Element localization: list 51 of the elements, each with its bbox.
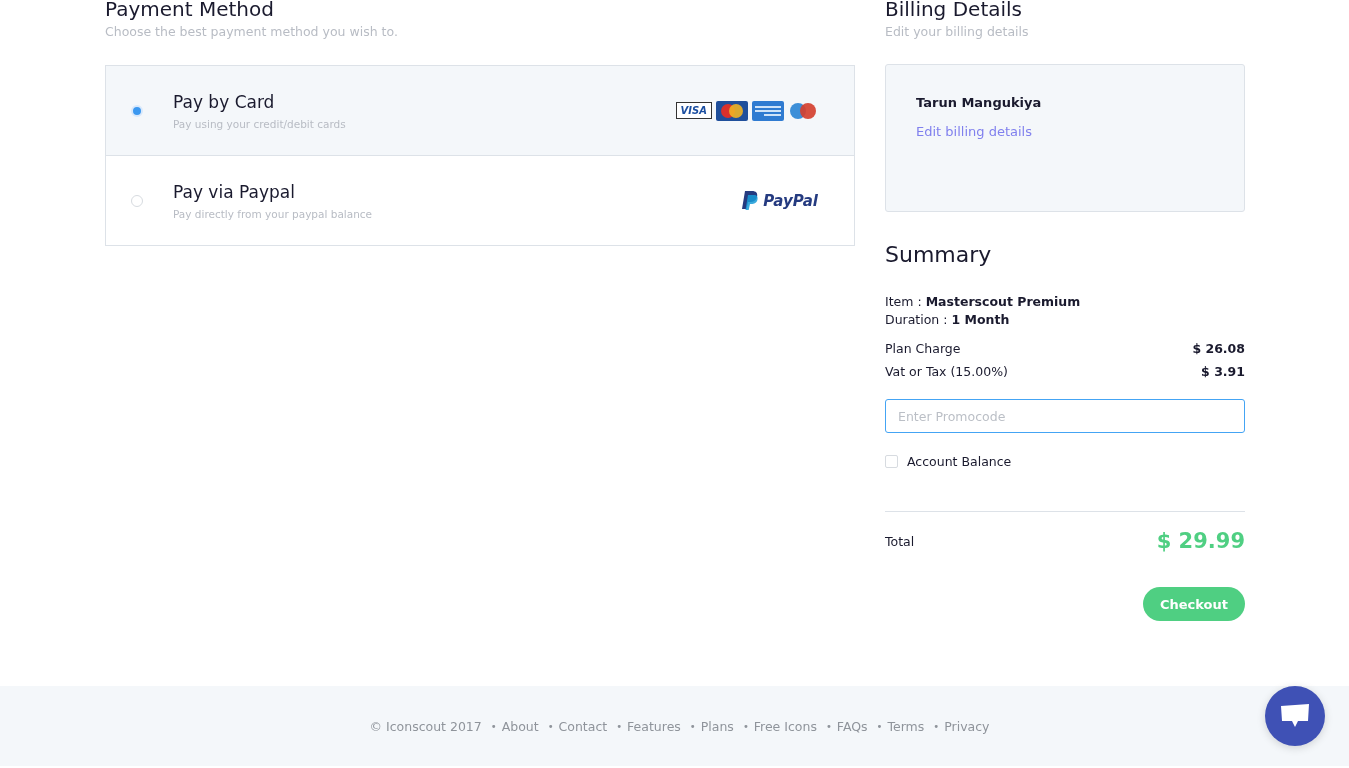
option-title: Pay by Card xyxy=(173,91,276,112)
payment-option[interactable]: Pay via Paypal Pay directly from your paypal balance PayPal xyxy=(106,155,854,245)
payment-option[interactable]: Pay by Card Pay using your credit/debit cards VISA xyxy=(106,66,854,155)
bullet-separator: • xyxy=(742,720,749,732)
footer-link[interactable]: Features xyxy=(627,718,681,734)
overlapping-circles-card-icon xyxy=(716,100,748,121)
summary-title: Summary xyxy=(885,242,993,267)
section-title: Billing Details xyxy=(885,0,1023,20)
summary-detail: Item : Masterscout Premium xyxy=(885,293,1082,311)
charge-label: Vat or Tax (15.00%) xyxy=(885,364,1008,379)
option-description: Pay directly from your paypal balance xyxy=(173,207,374,220)
footer-link[interactable]: Privacy xyxy=(944,718,990,734)
bullet-separator: • xyxy=(616,720,623,732)
billing-name: Tarun Mangukiya xyxy=(916,95,1043,110)
bullet-separator: • xyxy=(689,720,696,732)
section-subtitle: Edit your billing details xyxy=(885,24,1030,39)
p-letter-icon xyxy=(742,190,760,211)
footer-link[interactable]: About xyxy=(501,718,539,734)
bullet-separator: • xyxy=(876,720,883,732)
footer-link[interactable]: Plans xyxy=(700,718,734,734)
speech-bubble-icon xyxy=(1280,703,1310,729)
bullet-separator: • xyxy=(490,720,497,732)
footer-link[interactable]: Terms xyxy=(887,718,925,734)
option-title: Pay via Paypal xyxy=(173,181,296,202)
bullet-separator: • xyxy=(933,720,940,732)
checkout-button[interactable]: Checkout xyxy=(1143,587,1245,621)
section-subtitle: Choose the best payment method you wish to. xyxy=(105,24,399,39)
bullet-separator: • xyxy=(825,720,832,732)
edit-billing-link[interactable]: Edit billing details xyxy=(916,124,1032,139)
bullet-separator: • xyxy=(547,720,554,732)
footer-link[interactable]: Free Icons xyxy=(753,718,817,734)
footer-link[interactable]: FAQs xyxy=(836,718,868,734)
total-label: Total xyxy=(885,533,915,549)
radio-button[interactable] xyxy=(131,194,143,207)
total-amount: $ 29.99 xyxy=(1156,529,1245,553)
striped-card-icon xyxy=(752,100,784,121)
promocode-field[interactable]: Enter Promocode xyxy=(885,399,1245,433)
footer-link[interactable]: Contact xyxy=(558,718,608,734)
checkbox-label: Account Balance xyxy=(907,454,1012,469)
radio-button[interactable] xyxy=(131,104,143,117)
copyright-text: © Iconscout 2017 xyxy=(369,718,482,734)
option-description: Pay using your credit/debit cards xyxy=(173,117,347,130)
charge-label: Plan Charge xyxy=(885,341,961,356)
visa-logo: VISA xyxy=(675,102,712,119)
charge-amount: $ 26.08 xyxy=(1192,341,1245,356)
summary-detail: Duration : 1 Month xyxy=(885,311,1011,329)
checkbox[interactable] xyxy=(885,455,898,468)
paypal-logo-text: PayPal xyxy=(763,191,818,210)
section-title: Payment Method xyxy=(105,0,275,20)
overlapping-circles-card-icon xyxy=(788,100,818,121)
charge-amount: $ 3.91 xyxy=(1201,364,1245,379)
